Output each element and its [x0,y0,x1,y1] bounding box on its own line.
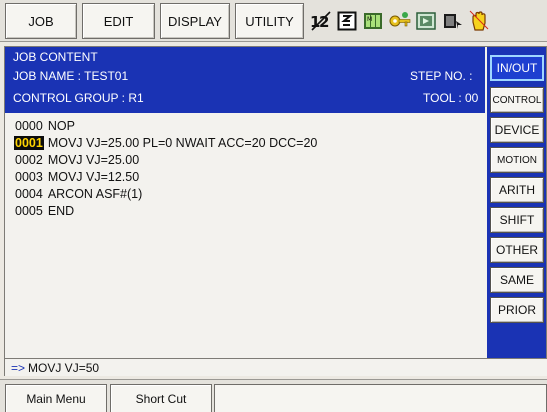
side-shift-button[interactable]: SHIFT [490,207,544,233]
control-group-icon: 1 2 [309,10,333,32]
side-motion-button[interactable]: MOTION [490,147,544,173]
line-command: MOVJ VJ=12.50 [47,169,140,184]
page-icon [441,10,465,32]
line-command: END [47,203,75,218]
side-arith-button[interactable]: ARITH [490,177,544,203]
bottom-bar: Main Menu Short Cut [0,379,547,412]
job-line[interactable]: 0000 NOP [14,117,484,134]
instruction-list-panel: IN/OUT CONTROL DEVICE MOTION ARITH SHIFT… [487,47,546,375]
top-menu-bar: JOB EDIT DISPLAY UTILITY 1 2 M [0,0,547,42]
coordinate-icon [335,10,359,32]
step-no: STEP NO. : [410,69,473,83]
manual-speed-icon: M [361,10,385,32]
tool-number: TOOL : 00 [423,91,479,105]
side-device-button[interactable]: DEVICE [490,117,544,143]
menu-job-button[interactable]: JOB [5,3,77,39]
input-buffer-text: MOVJ VJ=50 [28,360,100,375]
job-line[interactable]: 0003 MOVJ VJ=12.50 [14,168,484,185]
input-arrow-icon: => [11,360,26,375]
main-menu-button[interactable]: Main Menu [5,384,107,412]
servo-hand-icon [467,10,491,32]
security-key-icon [388,10,412,32]
side-same-button[interactable]: SAME [490,267,544,293]
job-header: JOB CONTENT JOB NAME : TEST01 CONTROL GR… [5,47,485,113]
svg-text:M: M [367,16,372,23]
side-inout-button[interactable]: IN/OUT [490,55,544,81]
job-line[interactable]: 0004 ARCON ASF#(1) [14,185,484,202]
header-title: JOB CONTENT [13,50,98,64]
job-content-panel: JOB CONTENT JOB NAME : TEST01 CONTROL GR… [4,46,547,376]
side-other-button[interactable]: OTHER [490,237,544,263]
job-lines: 0000 NOP 0001 MOVJ VJ=25.00 PL=0 NWAIT A… [14,117,484,219]
input-buffer-line[interactable]: => MOVJ VJ=50 [4,358,547,376]
side-control-button[interactable]: CONTROL [490,87,544,113]
play-mode-icon [414,10,438,32]
line-number: 0002 [15,152,43,167]
line-number: 0003 [15,169,43,184]
menu-edit-button[interactable]: EDIT [82,3,155,39]
bottom-bar-empty-area [214,384,547,412]
line-cursor: 0001 [14,135,44,150]
line-command: MOVJ VJ=25.00 [47,152,140,167]
line-number: 0004 [15,186,43,201]
job-line-current[interactable]: 0001 MOVJ VJ=25.00 PL=0 NWAIT ACC=20 DCC… [14,134,484,151]
line-number: 0005 [15,203,43,218]
job-name: JOB NAME : TEST01 [13,69,129,83]
short-cut-button[interactable]: Short Cut [110,384,212,412]
menu-utility-button[interactable]: UTILITY [235,3,304,39]
job-line[interactable]: 0002 MOVJ VJ=25.00 [14,151,484,168]
line-number: 0000 [15,118,43,133]
side-prior-button[interactable]: PRIOR [490,297,544,323]
control-group: CONTROL GROUP : R1 [13,91,144,105]
line-command: ARCON ASF#(1) [47,186,143,201]
menu-display-button[interactable]: DISPLAY [160,3,230,39]
line-command: MOVJ VJ=25.00 PL=0 NWAIT ACC=20 DCC=20 [47,135,318,150]
line-command: NOP [47,118,75,133]
job-line[interactable]: 0005 END [14,202,484,219]
